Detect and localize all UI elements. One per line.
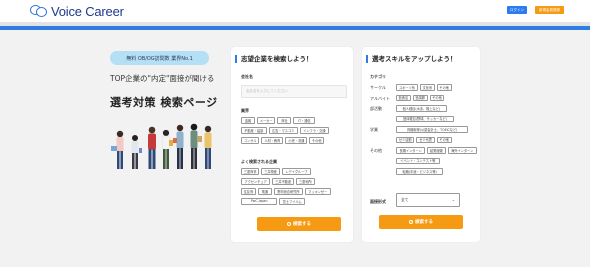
skill-chip[interactable]: ゼミ代表 (416, 136, 435, 143)
filter-chip[interactable]: 三井不動産 (272, 178, 295, 185)
header-accent-bar (0, 26, 590, 30)
filter-chip[interactable]: メーカー (257, 117, 276, 124)
filter-chip[interactable]: IT・通信 (293, 117, 316, 124)
filter-chip[interactable]: アクセンチュア (241, 178, 271, 185)
skill-chip[interactable]: イベント・コンテスト等 (396, 157, 440, 164)
skill-chip[interactable]: 起業経験 (427, 147, 446, 154)
skill-search-button-label: 検索する (415, 220, 433, 225)
company-name-input[interactable]: 会社名を入力してください (241, 85, 347, 98)
filter-chip[interactable]: コンサル (241, 137, 260, 144)
filter-chip[interactable]: 住友商 (241, 188, 256, 195)
skill-row-label: 学業 (370, 127, 378, 132)
skill-row-label: その他 (370, 148, 382, 153)
skill-chip[interactable]: ゼミ活動 (396, 136, 415, 143)
skill-search-title: 選考スキルをアップしよう！ (366, 55, 457, 63)
filter-chip[interactable]: 電通 (257, 188, 272, 195)
skill-chip[interactable]: 長期インターン (396, 147, 426, 154)
hero-subtitle: TOP企業の"内定"面接が聞ける (110, 74, 215, 83)
skill-search-button[interactable]: 検索する (379, 215, 463, 229)
filter-chip[interactable]: PwC Japan (241, 198, 278, 205)
filter-chip[interactable]: マッキンゼー (305, 188, 331, 195)
skill-chip[interactable]: スポーツ系 (396, 84, 418, 91)
skill-chip[interactable]: その他 (436, 136, 452, 143)
skill-chip[interactable]: その他 (436, 84, 452, 91)
speech-bubbles-icon (30, 4, 48, 18)
filter-chip[interactable]: インフラ・交通 (299, 127, 329, 134)
interview-format-select[interactable]: 全て ⌄ (396, 193, 460, 207)
filter-chip[interactable]: 富士フイルム (279, 198, 305, 205)
filter-chip[interactable]: 不動産・建設 (241, 127, 267, 134)
skill-chip[interactable]: 資格取得(公認会計士、TOEICなど) (396, 126, 469, 133)
skill-row-label: 部活動 (370, 106, 382, 111)
industry-label: 業界 (241, 108, 249, 113)
skill-row-label: アルバイト (370, 95, 390, 101)
filter-chip[interactable]: 人材・教育 (261, 137, 284, 144)
chevron-down-icon: ⌄ (451, 197, 455, 202)
search-icon (287, 222, 291, 226)
company-name-label: 会社名 (241, 74, 253, 79)
brand-name: Voice Career (51, 3, 124, 19)
filter-chip[interactable]: 広告・マスコミ (268, 127, 298, 134)
skill-chip[interactable]: 個人種目(水泳、陸上など) (396, 105, 447, 112)
filter-chip[interactable]: 小売・流通 (285, 137, 308, 144)
skill-chip[interactable]: 海外インターン (447, 147, 477, 154)
skill-chip[interactable]: 飲食店 (396, 94, 411, 101)
skill-chip[interactable]: 塾講師 (412, 94, 428, 101)
filter-chip[interactable]: レデイグループ (281, 168, 311, 175)
hero-title: 選考対策 検索ページ (110, 96, 218, 109)
students-illustration (111, 123, 212, 169)
filter-chip[interactable]: 野村総合研究所 (273, 188, 303, 195)
site-header: Voice Career ログイン 新規会員登録 (0, 0, 590, 22)
skill-chip[interactable]: 団体種目(野球、サッカーなど) (396, 115, 454, 122)
skill-row-label: サークル (370, 85, 386, 90)
company-search-button-label: 検索する (293, 222, 311, 227)
filter-chip[interactable]: 三菱商事 (241, 168, 260, 175)
register-button[interactable]: 新規会員登録 (535, 6, 564, 14)
hero-badge: 無料 OB/OG訪問数 業界No.1 (110, 51, 209, 65)
popular-companies-label: よく検索される企業 (241, 159, 277, 164)
company-search-card: 志望企業を検索しよう！ 会社名 会社名を入力してください 業界 よく検索される企… (231, 47, 353, 242)
skill-chip[interactable]: 転職(中途・ビジネス等) (396, 168, 444, 175)
login-button[interactable]: ログイン (507, 6, 527, 14)
company-search-button[interactable]: 検索する (257, 217, 341, 231)
skill-chip[interactable]: 文化系 (420, 84, 435, 91)
filter-chip[interactable]: 三菱地所 (296, 178, 315, 185)
filter-chip[interactable]: 金融 (241, 117, 255, 124)
skill-chip[interactable]: その他 (429, 94, 445, 101)
filter-chip[interactable]: 商社 (277, 117, 292, 124)
interview-format-value: 全て (401, 197, 409, 202)
search-icon (409, 220, 413, 224)
interview-format-label: 面接形式 (370, 199, 386, 204)
skill-search-card: 選考スキルをアップしよう！ カテゴリ 面接形式 全て ⌄ 検索する サークル スポ… (362, 47, 480, 242)
filter-chip[interactable]: その他 (309, 137, 325, 144)
category-label: カテゴリ (370, 74, 386, 79)
company-search-title: 志望企業を検索しよう！ (235, 55, 313, 63)
brand-logo[interactable]: Voice Career (30, 2, 124, 20)
filter-chip[interactable]: 三井物産 (261, 168, 280, 175)
